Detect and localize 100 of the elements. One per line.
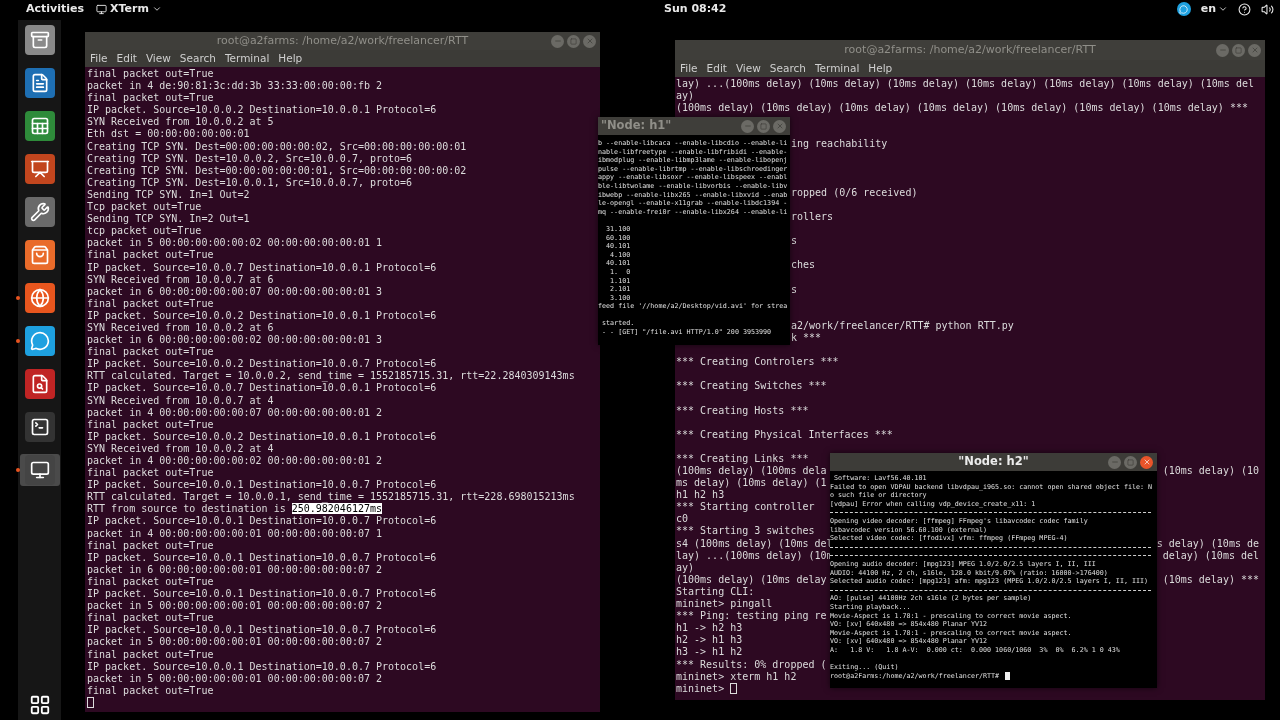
menu-item[interactable]: File	[680, 60, 698, 77]
archive-icon	[24, 25, 55, 55]
terminal-line: final packet out=True	[87, 346, 214, 358]
menu-item[interactable]: Help	[868, 60, 893, 77]
terminal-line: *** Starting controller	[676, 501, 815, 513]
terminal-line: final packet out=True	[87, 575, 214, 587]
terminal-line: final packet out=True	[87, 297, 214, 309]
terminal-line: lay) ...(100ms delay) (10ms delay) (10ms delay) (10ms delay) (10ms delay) (10ms delay) (10ms del	[676, 78, 1254, 89]
menu-item[interactable]: Terminal	[224, 50, 270, 67]
terminal-line: *** Ping: testing ping re	[676, 610, 827, 622]
menu-item[interactable]: Edit	[706, 60, 727, 77]
minus-icon	[1110, 458, 1119, 466]
terminal-line: h1 h2 h3	[676, 489, 725, 501]
terminal-line: packet in 6 00:00:00:00:00:01 00:00:00:00:00:07 2	[87, 563, 382, 575]
terminal-line: Creating TCP SYN. Dest=10.0.0.2, Src=10.0.0.7, proto=6	[87, 152, 413, 164]
terminal-line: IP packet. Source=10.0.0.7 Destination=10.0.0.1 Protocol=6	[87, 382, 437, 394]
terminal-line: final packet out=True	[87, 539, 214, 551]
spreadsheet-icon	[24, 111, 55, 141]
monitor-icon	[24, 455, 55, 485]
menu-item[interactable]: Terminal	[814, 60, 860, 77]
terminal-line: Eth dst = 00:00:00:00:00:01	[87, 128, 250, 140]
terminal-line: IP packet. Source=10.0.0.1 Destination=10.0.0.7 Protocol=6	[87, 551, 437, 563]
caret-icon	[151, 4, 162, 14]
terminal-line: c0	[676, 513, 689, 525]
terminal-line: Creating TCP SYN. Dest=00:00:00:00:00:01, Src=00:00:00:00:00:02	[87, 164, 467, 176]
terminal-line: SYN Received from 10.0.0.2 at 4	[87, 442, 274, 454]
window-title: "Node: h1"	[601, 117, 672, 135]
terminal-line: ches	[791, 259, 816, 271]
terminal-line: Creating TCP SYN. Dest=10.0.0.1, Src=10.0.0.7, proto=6	[87, 176, 413, 188]
terminal-line: delay) (10ms del	[1162, 549, 1259, 562]
terminal-line: packet in 5 00:00:00:00:00:02 00:00:00:00:00:01 1	[87, 237, 382, 249]
terminal-icon	[24, 412, 55, 442]
terminal-line: mininet>	[676, 682, 725, 695]
terminal-line: h3 -> h1 h2	[676, 646, 743, 658]
minus-icon	[743, 122, 752, 130]
terminal-line: final packet out=True	[87, 249, 214, 261]
terminal-line: *** Creating Links ***	[676, 452, 809, 464]
terminal-line: Creating TCP SYN. Dest=00:00:00:00:00:02, Src=00:00:00:00:00:01	[87, 140, 467, 152]
terminal-line: final packet out=True	[87, 612, 214, 624]
terminal-line: (10ms delay) ***	[1162, 573, 1259, 586]
terminal-line: packet in 5 00:00:00:00:00:01 00:00:00:00:00:07 2	[87, 600, 382, 612]
terminal-line: Tcp packet out=True	[87, 201, 202, 213]
terminal-line: final packet out=True	[87, 418, 214, 430]
app-menu[interactable]: XTerm	[96, 0, 162, 18]
terminal-line: ms delay) (10ms delay) (1	[676, 477, 827, 489]
activities-button[interactable]: Activities	[26, 0, 85, 18]
terminal-line: mininet> pingall	[676, 598, 773, 610]
menu-item[interactable]: Search	[179, 50, 216, 67]
terminal-line: IP packet. Source=10.0.0.2 Destination=10.0.0.7 Protocol=6	[87, 358, 437, 370]
terminal-line: packet in 4 de:90:81:3c:dd:3b 33:33:00:00:00:fb 2	[87, 80, 382, 92]
terminal-line: packet in 6 00:00:00:00:00:02 00:00:00:00:00:01 3	[87, 334, 382, 346]
terminal-line: *** Creating Switches ***	[676, 380, 827, 392]
terminal-line: SYN Received from 10.0.0.2 at 6	[87, 321, 274, 333]
close-button[interactable]	[1140, 455, 1153, 469]
minus-icon	[553, 37, 562, 45]
terminal-line: IP packet. Source=10.0.0.1 Destination=10.0.0.7 Protocol=6	[87, 515, 437, 527]
terminal-line: ropped (0/6 received)	[791, 186, 918, 198]
terminal-line: *** Creating Physical Interfaces ***	[676, 428, 893, 440]
chat-tray-icon[interactable]	[1176, 2, 1191, 16]
terminal-line: (100ms delay) (100ms dela	[676, 465, 827, 478]
terminal-line: ay)	[676, 561, 695, 573]
volume-icon[interactable]	[1261, 2, 1274, 16]
terminal-line: Sending TCP SYN. In=2 Out=1	[87, 213, 250, 225]
language-menu[interactable]: en	[1200, 0, 1228, 18]
chat-icon	[24, 326, 55, 356]
terminal-line: IP packet. Source=10.0.0.7 Destination=10.0.0.1 Protocol=6	[87, 261, 437, 273]
terminal-line: *** Creating Hosts ***	[676, 404, 809, 416]
terminal-line: h1 -> h2 h3	[676, 622, 743, 634]
menu-item[interactable]: Search	[769, 60, 806, 77]
window-title: root@a2farms: /home/a2/work/freelancer/RTT	[844, 41, 1096, 58]
clock[interactable]: Sun 08:42	[664, 0, 727, 18]
window-title: "Node: h2"	[958, 453, 1029, 471]
terminal-line: rollers	[791, 211, 834, 223]
terminal-line: packet in 5 00:00:00:00:00:01 00:00:00:00:00:07 2	[87, 636, 382, 648]
menu-item[interactable]: File	[90, 50, 108, 67]
terminal-line: packet in 4 00:00:00:00:00:01 00:00:00:00:00:07 1	[87, 527, 382, 539]
menu-item[interactable]: Edit	[116, 50, 137, 67]
terminal-line: packet in 6 00:00:00:00:00:07 00:00:00:00:00:01 3	[87, 285, 382, 297]
terminal-line: s	[791, 283, 798, 295]
terminal-line: s	[791, 235, 798, 247]
menu-item[interactable]: View	[145, 50, 171, 67]
dock-item[interactable]	[19, 454, 60, 486]
terminal-line: (100ms delay) (10ms delay	[676, 573, 827, 586]
presentation-icon	[24, 154, 55, 184]
terminal-line: *** Starting 3 switches	[676, 525, 815, 537]
terminal-line: IP packet. Source=10.0.0.2 Destination=10.0.0.1 Protocol=6	[87, 430, 437, 442]
terminal-line: RTT from source to destination is 250.982046127ms	[87, 503, 382, 515]
terminal-line: a2/work/freelancer/RTT# python RTT.py	[791, 319, 1014, 331]
terminal-line: final packet out=True	[87, 648, 214, 660]
terminal-line: tcp packet out=True	[87, 225, 202, 237]
terminal-line: Starting CLI:	[676, 585, 755, 597]
terminal-line: *** Creating Controlers ***	[676, 356, 839, 368]
terminal-line: Sending TCP SYN. In=1 Out=2	[87, 188, 250, 200]
menu-item[interactable]: Help	[278, 50, 303, 67]
apps-grid-icon[interactable]	[28, 694, 51, 716]
terminal-line: (10ms delay) (10	[1162, 465, 1259, 478]
menu-item[interactable]: View	[735, 60, 761, 77]
window-title: root@a2farms: /home/a2/work/freelancer/RTT	[216, 32, 469, 49]
shopping-bag-icon	[24, 240, 55, 270]
terminal-line: final packet out=True	[87, 68, 214, 79]
